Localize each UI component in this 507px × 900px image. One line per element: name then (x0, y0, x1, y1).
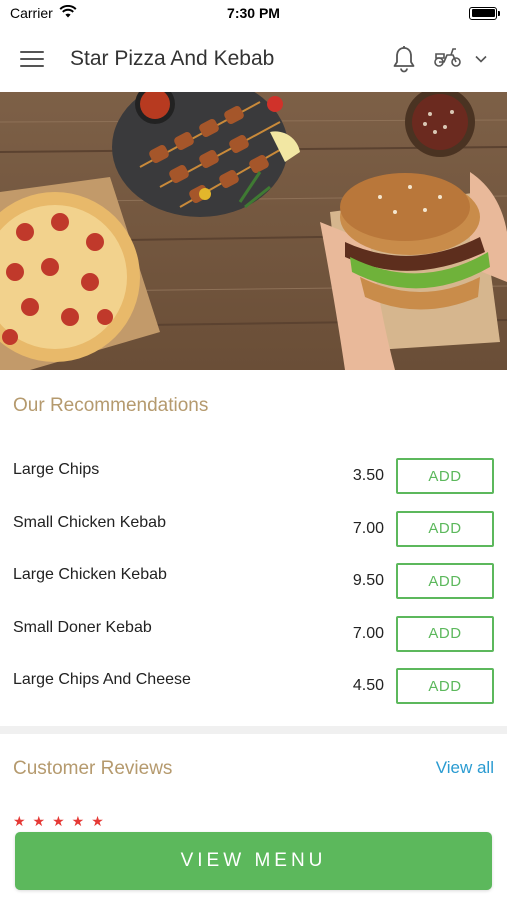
delivery-mode-selector[interactable] (433, 46, 487, 73)
view-all-reviews-link[interactable]: View all (436, 758, 494, 778)
list-item: Large Chips 3.50 ADD (0, 450, 507, 503)
food-banner-image (0, 92, 507, 370)
battery-icon (469, 6, 500, 20)
section-divider (0, 726, 507, 734)
bell-icon[interactable] (387, 42, 421, 76)
list-item: Small Doner Kebab 7.00 ADD (0, 608, 507, 661)
item-name: Small Chicken Kebab (13, 513, 166, 531)
item-name: Small Doner Kebab (13, 618, 152, 636)
wifi-icon (59, 5, 77, 21)
hero-food-banner (0, 92, 507, 370)
item-price: 4.50 (352, 677, 384, 695)
add-button[interactable]: ADD (396, 668, 494, 705)
recommendations-title: Our Recommendations (13, 395, 209, 416)
item-name: Large Chips (13, 461, 100, 479)
hamburger-menu-icon[interactable] (20, 44, 50, 74)
view-menu-button[interactable]: VIEW MENU (15, 832, 492, 890)
add-button[interactable]: ADD (396, 510, 494, 547)
app-header: Star Pizza And Kebab (0, 26, 507, 92)
app-title: Star Pizza And Kebab (70, 47, 275, 70)
add-button[interactable]: ADD (396, 563, 494, 600)
item-price: 7.00 (352, 624, 384, 642)
item-name: Large Chicken Kebab (13, 566, 167, 584)
reviews-title: Customer Reviews (13, 758, 173, 779)
item-price: 3.50 (352, 467, 384, 485)
add-button[interactable]: ADD (396, 458, 494, 495)
status-left: Carrier (10, 5, 77, 21)
item-price: 9.50 (352, 572, 384, 590)
item-name: Large Chips And Cheese (13, 671, 191, 689)
list-item: Small Chicken Kebab 7.00 ADD (0, 503, 507, 556)
chevron-down-icon (475, 50, 487, 68)
status-bar: Carrier 7:30 PM (0, 0, 507, 26)
star-rating-icon: ★★★★★ (13, 813, 111, 829)
item-price: 7.00 (352, 519, 384, 537)
add-button[interactable]: ADD (396, 615, 494, 652)
recommendations-list: Large Chips 3.50 ADD Small Chicken Kebab… (0, 450, 507, 713)
carrier-label: Carrier (10, 5, 53, 21)
delivery-scooter-icon (433, 46, 463, 73)
list-item: Large Chicken Kebab 9.50 ADD (0, 555, 507, 608)
list-item: Large Chips And Cheese 4.50 ADD (0, 660, 507, 713)
